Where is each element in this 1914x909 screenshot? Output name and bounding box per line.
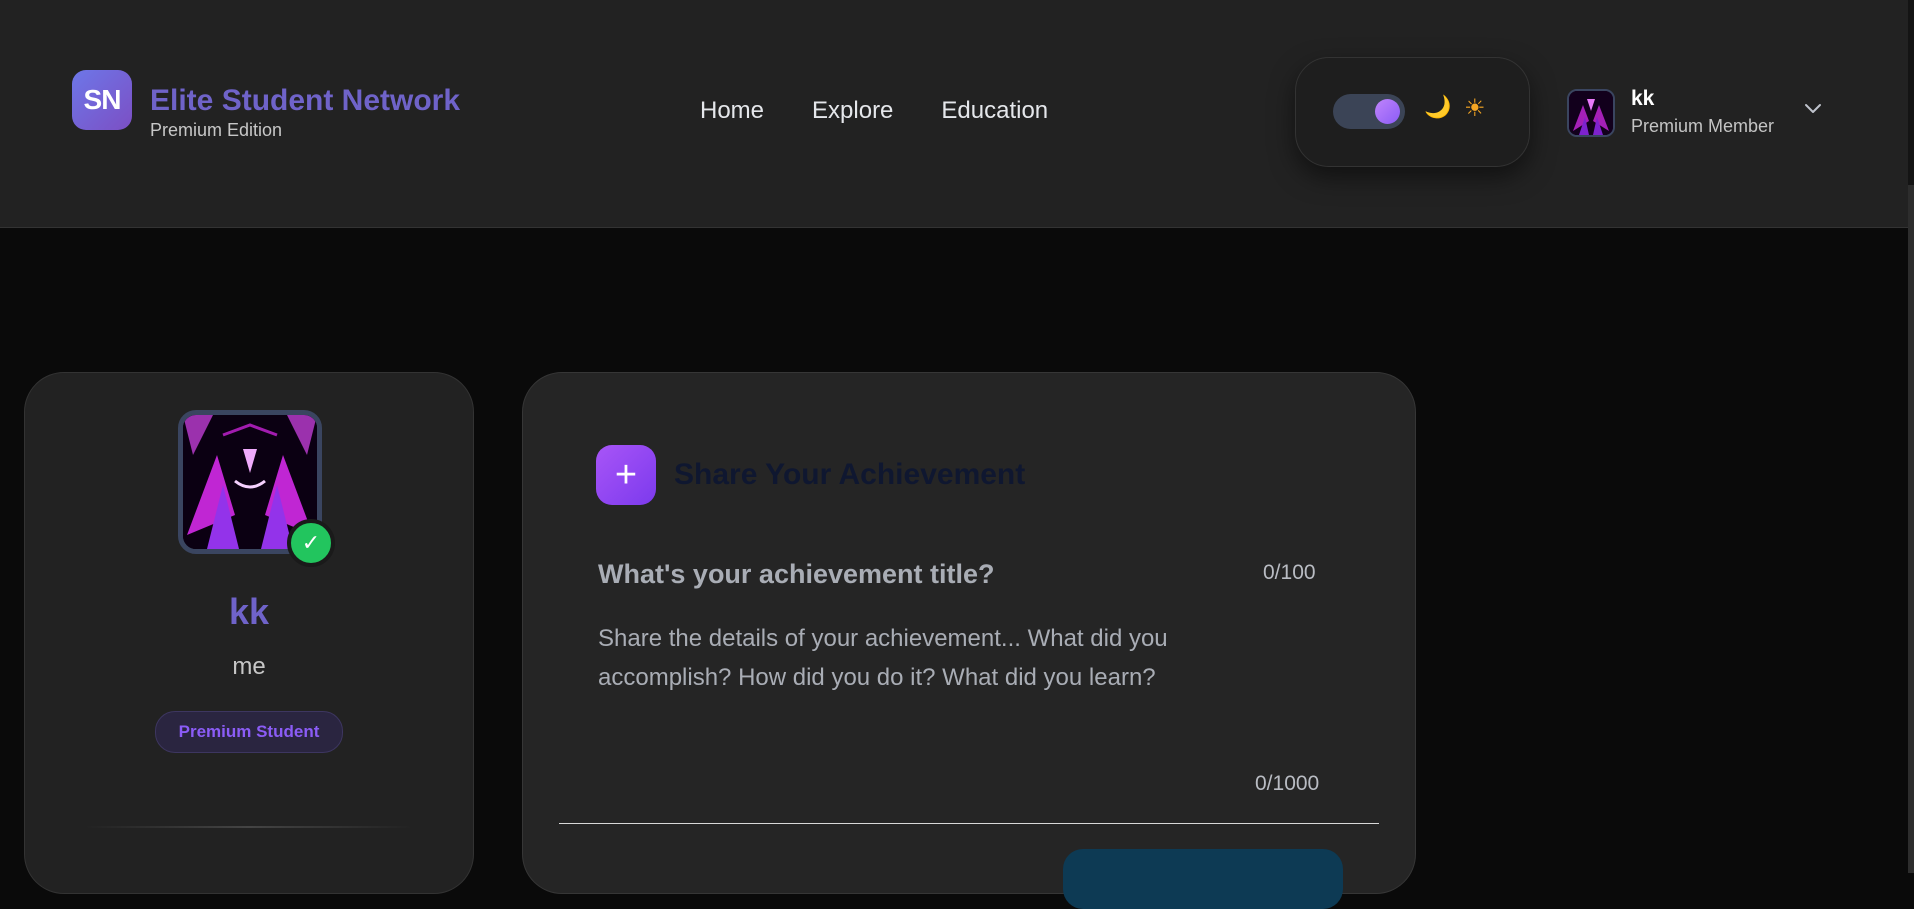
profile-divider [85, 826, 413, 828]
top-header: SN Elite Student Network Premium Edition… [0, 0, 1908, 228]
theme-switcher: 🌙 ☀ [1295, 57, 1530, 167]
details-char-count: 0/1000 [1255, 772, 1320, 795]
achievement-details-input[interactable] [596, 617, 1260, 731]
avatar-image [1569, 91, 1613, 135]
user-avatar[interactable] [1567, 89, 1615, 137]
form-divider [559, 823, 1379, 824]
achievement-title-input[interactable] [596, 553, 1260, 595]
submit-achievement-button[interactable] [1063, 849, 1343, 909]
brand-title[interactable]: Elite Student Network [150, 84, 460, 118]
add-icon[interactable]: + [596, 445, 656, 505]
theme-toggle[interactable] [1333, 94, 1405, 129]
nav-education-link[interactable]: Education [941, 97, 1048, 125]
profile-status-badge: Premium Student [155, 711, 343, 753]
profile-name: kk [228, 591, 270, 632]
chevron-down-icon[interactable] [1803, 98, 1823, 118]
profile-bio: me [232, 653, 266, 680]
title-char-count: 0/100 [1263, 561, 1316, 584]
achievement-heading: Share Your Achievement [674, 458, 1026, 491]
user-name: kk [1631, 87, 1655, 110]
verified-check-icon: ✓ [287, 519, 335, 567]
user-role: Premium Member [1631, 116, 1775, 136]
share-achievement-card: + Share Your Achievement 0/100 0/1000 [522, 372, 1416, 909]
moon-icon: 🌙 [1424, 94, 1452, 119]
nav-explore-link[interactable]: Explore [812, 97, 893, 125]
sun-icon: ☀ [1464, 95, 1486, 122]
nav-home-link[interactable]: Home [700, 97, 764, 125]
main-nav: Home Explore Education [700, 97, 1048, 125]
scrollbar-thumb[interactable] [1908, 185, 1914, 873]
toggle-knob [1375, 99, 1400, 124]
logo-icon[interactable]: SN [72, 70, 132, 130]
profile-card: ✓ kk me Premium Student [24, 372, 474, 894]
brand-subtitle: Premium Edition [150, 120, 283, 140]
